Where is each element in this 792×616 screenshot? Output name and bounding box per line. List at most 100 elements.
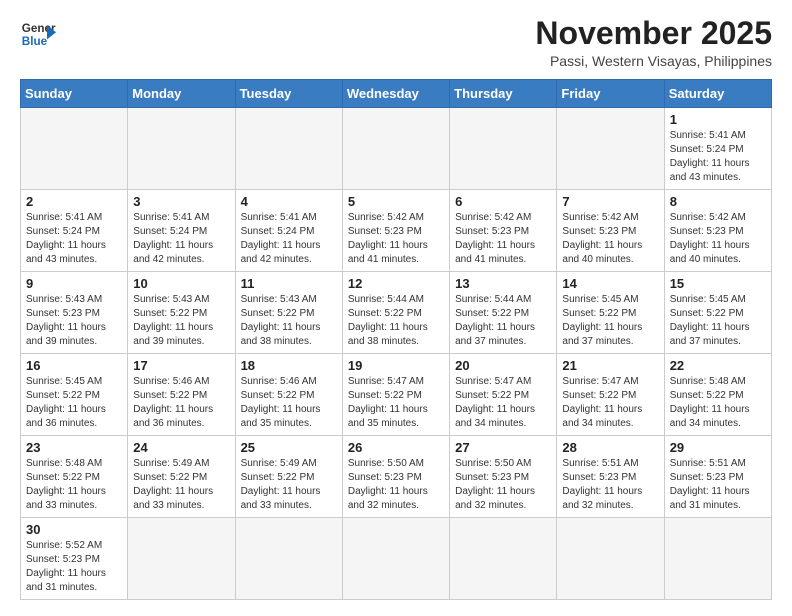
calendar-cell: 11Sunrise: 5:43 AM Sunset: 5:22 PM Dayli… [235,272,342,354]
day-info: Sunrise: 5:47 AM Sunset: 5:22 PM Dayligh… [455,375,551,431]
day-info: Sunrise: 5:42 AM Sunset: 5:23 PM Dayligh… [348,211,444,267]
day-header-monday: Monday [128,80,235,108]
day-info: Sunrise: 5:51 AM Sunset: 5:23 PM Dayligh… [562,457,658,513]
day-number: 25 [241,440,337,455]
day-number: 16 [26,358,122,373]
day-number: 5 [348,194,444,209]
calendar-week-row: 2 Sunrise: 5:41 AM Sunset: 5:24 PM Daylig… [21,190,772,272]
calendar-cell: 3 Sunrise: 5:41 AM Sunset: 5:24 PM Daylig… [128,190,235,272]
day-number: 3 [133,194,229,209]
month-title: November 2025 [535,16,772,51]
calendar-cell [450,518,557,600]
day-info: Sunrise: 5:43 AM Sunset: 5:22 PM Dayligh… [241,293,337,349]
day-number: 10 [133,276,229,291]
day-info: Sunrise: 5:41 AM Sunset: 5:24 PM Dayligh… [133,211,229,267]
calendar-cell: 9Sunrise: 5:43 AM Sunset: 5:23 PM Daylig… [21,272,128,354]
day-header-wednesday: Wednesday [342,80,449,108]
day-number: 17 [133,358,229,373]
calendar-cell: 16 Sunrise: 5:45 AM Sunset: 5:22 PM Dayli… [21,354,128,436]
calendar-cell: 7Sunrise: 5:42 AM Sunset: 5:23 PM Daylig… [557,190,664,272]
calendar-cell: 6 Sunrise: 5:42 AM Sunset: 5:23 PM Daylig… [450,190,557,272]
day-info: Sunrise: 5:42 AM Sunset: 5:23 PM Dayligh… [562,211,658,267]
calendar-cell: 8 Sunrise: 5:42 AM Sunset: 5:23 PM Daylig… [664,190,771,272]
location: Passi, Western Visayas, Philippines [535,53,772,69]
calendar-cell: 17 Sunrise: 5:46 AM Sunset: 5:22 PM Dayli… [128,354,235,436]
calendar-cell: 30 Sunrise: 5:52 AM Sunset: 5:23 PM Dayli… [21,518,128,600]
calendar-cell [21,108,128,190]
day-header-friday: Friday [557,80,664,108]
day-header-saturday: Saturday [664,80,771,108]
day-number: 8 [670,194,766,209]
calendar-cell: 27 Sunrise: 5:50 AM Sunset: 5:23 PM Dayli… [450,436,557,518]
day-info: Sunrise: 5:42 AM Sunset: 5:23 PM Dayligh… [455,211,551,267]
calendar-cell: 28 Sunrise: 5:51 AM Sunset: 5:23 PM Dayli… [557,436,664,518]
calendar-cell: 22 Sunrise: 5:48 AM Sunset: 5:22 PM Dayli… [664,354,771,436]
page-header: General Blue November 2025 Passi, Wester… [20,16,772,69]
day-number: 27 [455,440,551,455]
day-info: Sunrise: 5:48 AM Sunset: 5:22 PM Dayligh… [670,375,766,431]
day-number: 12 [348,276,444,291]
day-info: Sunrise: 5:42 AM Sunset: 5:23 PM Dayligh… [670,211,766,267]
calendar-header-row: SundayMondayTuesdayWednesdayThursdayFrid… [21,80,772,108]
day-number: 9 [26,276,122,291]
calendar-cell: 24Sunrise: 5:49 AM Sunset: 5:22 PM Dayli… [128,436,235,518]
day-info: Sunrise: 5:41 AM Sunset: 5:24 PM Dayligh… [26,211,122,267]
title-area: November 2025 Passi, Western Visayas, Ph… [535,16,772,69]
day-number: 23 [26,440,122,455]
calendar-cell [342,518,449,600]
day-info: Sunrise: 5:52 AM Sunset: 5:23 PM Dayligh… [26,539,122,595]
calendar-cell: 4Sunrise: 5:41 AM Sunset: 5:24 PM Daylig… [235,190,342,272]
day-info: Sunrise: 5:49 AM Sunset: 5:22 PM Dayligh… [133,457,229,513]
day-number: 13 [455,276,551,291]
day-info: Sunrise: 5:50 AM Sunset: 5:23 PM Dayligh… [455,457,551,513]
day-number: 15 [670,276,766,291]
calendar-cell [235,518,342,600]
day-info: Sunrise: 5:50 AM Sunset: 5:23 PM Dayligh… [348,457,444,513]
day-number: 22 [670,358,766,373]
day-info: Sunrise: 5:45 AM Sunset: 5:22 PM Dayligh… [26,375,122,431]
calendar-cell: 19Sunrise: 5:47 AM Sunset: 5:22 PM Dayli… [342,354,449,436]
day-number: 1 [670,112,766,127]
day-info: Sunrise: 5:43 AM Sunset: 5:22 PM Dayligh… [133,293,229,349]
calendar-cell [342,108,449,190]
day-header-thursday: Thursday [450,80,557,108]
calendar-week-row: 16 Sunrise: 5:45 AM Sunset: 5:22 PM Dayli… [21,354,772,436]
day-number: 20 [455,358,551,373]
day-info: Sunrise: 5:49 AM Sunset: 5:22 PM Dayligh… [241,457,337,513]
calendar-cell: 13Sunrise: 5:44 AM Sunset: 5:22 PM Dayli… [450,272,557,354]
day-info: Sunrise: 5:41 AM Sunset: 5:24 PM Dayligh… [670,129,766,185]
calendar-week-row: 9Sunrise: 5:43 AM Sunset: 5:23 PM Daylig… [21,272,772,354]
calendar-cell: 29 Sunrise: 5:51 AM Sunset: 5:23 PM Dayli… [664,436,771,518]
day-info: Sunrise: 5:48 AM Sunset: 5:22 PM Dayligh… [26,457,122,513]
calendar-cell: 5 Sunrise: 5:42 AM Sunset: 5:23 PM Daylig… [342,190,449,272]
day-info: Sunrise: 5:46 AM Sunset: 5:22 PM Dayligh… [241,375,337,431]
day-info: Sunrise: 5:51 AM Sunset: 5:23 PM Dayligh… [670,457,766,513]
calendar-cell: 2 Sunrise: 5:41 AM Sunset: 5:24 PM Daylig… [21,190,128,272]
day-info: Sunrise: 5:46 AM Sunset: 5:22 PM Dayligh… [133,375,229,431]
day-info: Sunrise: 5:47 AM Sunset: 5:22 PM Dayligh… [562,375,658,431]
day-info: Sunrise: 5:47 AM Sunset: 5:22 PM Dayligh… [348,375,444,431]
calendar-week-row: 30 Sunrise: 5:52 AM Sunset: 5:23 PM Dayli… [21,518,772,600]
calendar-cell: 15Sunrise: 5:45 AM Sunset: 5:22 PM Dayli… [664,272,771,354]
calendar-cell [557,108,664,190]
day-number: 18 [241,358,337,373]
calendar-week-row: 23 Sunrise: 5:48 AM Sunset: 5:22 PM Dayli… [21,436,772,518]
calendar-cell: 14Sunrise: 5:45 AM Sunset: 5:22 PM Dayli… [557,272,664,354]
calendar-cell [557,518,664,600]
logo: General Blue [20,16,56,52]
day-number: 30 [26,522,122,537]
calendar-cell: 20 Sunrise: 5:47 AM Sunset: 5:22 PM Dayli… [450,354,557,436]
calendar-cell: 23 Sunrise: 5:48 AM Sunset: 5:22 PM Dayli… [21,436,128,518]
day-number: 29 [670,440,766,455]
day-number: 6 [455,194,551,209]
calendar-cell: 25 Sunrise: 5:49 AM Sunset: 5:22 PM Dayli… [235,436,342,518]
calendar-table: SundayMondayTuesdayWednesdayThursdayFrid… [20,79,772,600]
calendar-cell: 18 Sunrise: 5:46 AM Sunset: 5:22 PM Dayli… [235,354,342,436]
calendar-cell: 12Sunrise: 5:44 AM Sunset: 5:22 PM Dayli… [342,272,449,354]
svg-text:Blue: Blue [22,35,48,48]
day-number: 28 [562,440,658,455]
day-number: 14 [562,276,658,291]
calendar-week-row: 1 Sunrise: 5:41 AM Sunset: 5:24 PM Daylig… [21,108,772,190]
day-number: 2 [26,194,122,209]
calendar-cell [450,108,557,190]
